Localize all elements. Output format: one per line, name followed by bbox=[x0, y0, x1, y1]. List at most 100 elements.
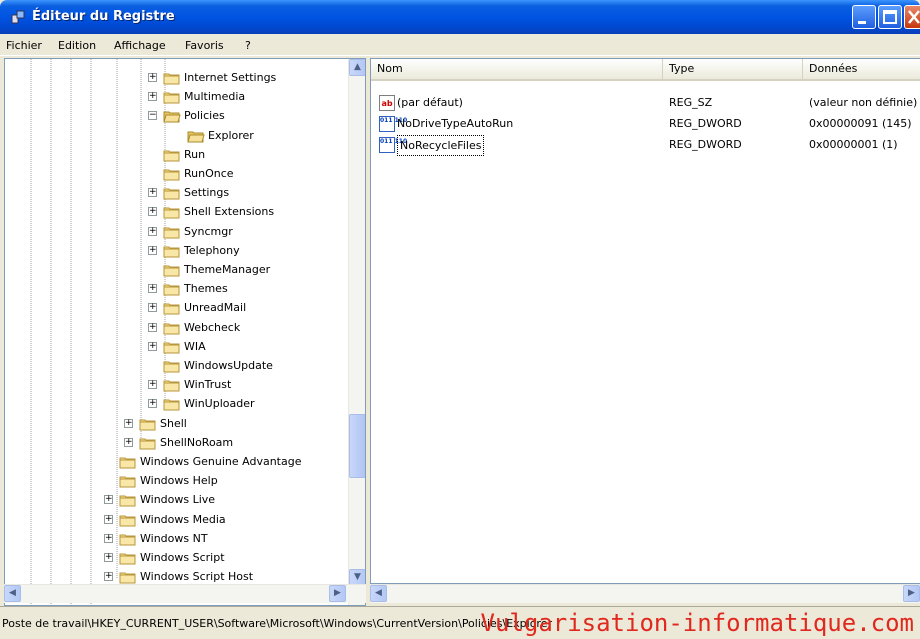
tree-item-label: Windows Help bbox=[140, 474, 218, 488]
tree-item[interactable]: + Multimedia bbox=[5, 87, 348, 106]
tree-item[interactable]: Windows Genuine Advantage bbox=[5, 452, 348, 471]
folder-icon bbox=[139, 419, 156, 431]
scroll-thumb[interactable] bbox=[349, 414, 365, 478]
close-button[interactable] bbox=[904, 5, 920, 29]
tree-item[interactable]: + Windows Media bbox=[5, 510, 348, 529]
scroll-up-button[interactable]: ▲ bbox=[349, 59, 365, 76]
expand-icon[interactable]: + bbox=[148, 380, 157, 390]
column-nom[interactable]: Nom bbox=[371, 59, 663, 79]
status-path: Poste de travail\HKEY_CURRENT_USER\Softw… bbox=[2, 617, 553, 630]
expand-icon[interactable]: + bbox=[148, 188, 157, 198]
value-name: NoDriveTypeAutoRun bbox=[397, 117, 514, 130]
title-bar[interactable]: Éditeur du Registre bbox=[0, 0, 920, 34]
expand-icon[interactable]: + bbox=[148, 341, 157, 351]
folder-icon bbox=[163, 399, 180, 411]
expand-icon[interactable]: + bbox=[148, 284, 157, 294]
folder-icon bbox=[163, 342, 180, 354]
expand-icon[interactable]: + bbox=[124, 437, 133, 447]
tree-item-label: Multimedia bbox=[184, 90, 246, 104]
expand-icon[interactable]: + bbox=[104, 533, 113, 543]
tree-item-label: Windows Genuine Advantage bbox=[140, 455, 302, 468]
expand-icon[interactable]: + bbox=[124, 418, 133, 428]
expand-icon[interactable]: + bbox=[148, 399, 157, 409]
folder-icon bbox=[119, 572, 136, 584]
tree-item[interactable]: Windows Help bbox=[5, 471, 348, 490]
tree-vertical-scrollbar[interactable]: ▲ ▼ bbox=[348, 59, 365, 605]
list-horizontal-scrollbar[interactable]: ◀ ▶ bbox=[370, 584, 920, 603]
window-title: Éditeur du Registre bbox=[32, 9, 175, 24]
tree-item[interactable]: RunOnce bbox=[5, 164, 348, 183]
expand-icon[interactable]: + bbox=[148, 207, 157, 217]
expand-icon[interactable]: + bbox=[104, 495, 113, 505]
registry-editor-icon bbox=[11, 10, 25, 24]
folder-icon bbox=[119, 515, 136, 527]
folder-icon bbox=[119, 553, 136, 565]
tree-item-label: WinTrust bbox=[184, 378, 232, 392]
menu-help[interactable]: ? bbox=[245, 39, 251, 52]
tree-item[interactable]: − Policies bbox=[5, 106, 348, 125]
expand-icon[interactable]: + bbox=[148, 303, 157, 313]
tree-item-label: WIA bbox=[184, 339, 206, 353]
tree-item[interactable]: + Shell Extensions bbox=[5, 202, 348, 221]
tree-item[interactable]: + WinUploader bbox=[5, 394, 348, 413]
menu-edition[interactable]: Edition bbox=[58, 39, 96, 52]
tree-item[interactable]: Run bbox=[5, 145, 348, 164]
tree-item[interactable]: + Themes bbox=[5, 279, 348, 298]
value-type: REG_DWORD bbox=[669, 138, 742, 151]
value-name: (par défaut) bbox=[397, 96, 463, 109]
scroll-right-button[interactable]: ▶ bbox=[329, 585, 346, 602]
menu-affichage[interactable]: Affichage bbox=[114, 39, 166, 52]
folder-icon bbox=[163, 246, 180, 258]
tree-item[interactable]: + ShellNoRoam bbox=[5, 433, 348, 452]
tree-item[interactable]: + UnreadMail bbox=[5, 298, 348, 317]
tree-item-label: Settings bbox=[184, 186, 230, 200]
list-scroll-right-button[interactable]: ▶ bbox=[903, 585, 920, 602]
list-scroll-left-button[interactable]: ◀ bbox=[370, 585, 387, 602]
column-donnees[interactable]: Données bbox=[803, 59, 920, 79]
minimize-button[interactable] bbox=[852, 5, 876, 29]
tree-item[interactable]: Explorer bbox=[5, 126, 348, 145]
expand-icon[interactable]: + bbox=[104, 553, 113, 562]
tree-item[interactable]: + Settings bbox=[5, 183, 348, 202]
tree-item[interactable]: + Telephony bbox=[5, 241, 348, 260]
tree-item[interactable]: + Windows Live bbox=[5, 490, 348, 509]
expand-icon[interactable]: + bbox=[148, 92, 157, 102]
expand-icon[interactable]: + bbox=[148, 322, 157, 332]
tree-item-label: Windows Live bbox=[140, 493, 216, 507]
tree-item[interactable]: + WinTrust bbox=[5, 375, 348, 394]
collapse-icon[interactable]: − bbox=[148, 111, 157, 121]
tree-item-label: Windows Script bbox=[140, 551, 225, 564]
expand-icon[interactable]: + bbox=[104, 572, 113, 582]
minimize-icon bbox=[858, 21, 866, 24]
close-icon bbox=[908, 10, 920, 24]
tree-item[interactable]: + Webcheck bbox=[5, 318, 348, 337]
tree-item[interactable]: + WIA bbox=[5, 337, 348, 356]
tree-item[interactable]: + Shell bbox=[5, 414, 348, 433]
tree-item-label: Themes bbox=[184, 282, 228, 296]
menu-fichier[interactable]: Fichier bbox=[6, 39, 42, 52]
value-row[interactable]: 011 110 NoDriveTypeAutoRun REG_DWORD 0x0000… bbox=[371, 114, 920, 133]
tree-horizontal-scrollbar[interactable]: ◀ ▶ bbox=[4, 584, 366, 603]
tree-item[interactable]: + Windows NT bbox=[5, 529, 348, 548]
tree-item-label: ThemeManager bbox=[184, 263, 271, 276]
value-row[interactable]: ab (par défaut) REG_SZ (valeur non définie) bbox=[371, 93, 920, 112]
column-type[interactable]: Type bbox=[663, 59, 803, 79]
scroll-left-button[interactable]: ◀ bbox=[4, 585, 21, 602]
folder-open-icon bbox=[163, 111, 181, 123]
maximize-button[interactable] bbox=[878, 5, 902, 29]
expand-icon[interactable]: + bbox=[104, 514, 113, 524]
menu-favoris[interactable]: Favoris bbox=[185, 39, 224, 52]
column-headers: Nom Type Données bbox=[371, 59, 920, 81]
expand-icon[interactable]: + bbox=[148, 226, 157, 236]
tree-item[interactable]: + Internet Settings bbox=[5, 68, 348, 87]
values-list[interactable]: Nom Type Données ab (par défaut) REG_SZ (va… bbox=[370, 58, 920, 584]
tree-item[interactable]: ThemeManager bbox=[5, 260, 348, 279]
value-row[interactable]: 011 110 NoRecycleFiles REG_DWORD 0x00000001… bbox=[371, 135, 920, 156]
tree-item[interactable]: + Syncmgr bbox=[5, 222, 348, 241]
value-data: 0x00000001 (1) bbox=[809, 138, 898, 151]
tree-item[interactable]: WindowsUpdate bbox=[5, 356, 348, 375]
registry-tree[interactable]: + Internet Settings + Multimedia − Policies Ex… bbox=[4, 58, 366, 606]
expand-icon[interactable]: + bbox=[148, 245, 157, 255]
tree-item[interactable]: + Windows Script bbox=[5, 548, 348, 567]
expand-icon[interactable]: + bbox=[148, 73, 157, 82]
